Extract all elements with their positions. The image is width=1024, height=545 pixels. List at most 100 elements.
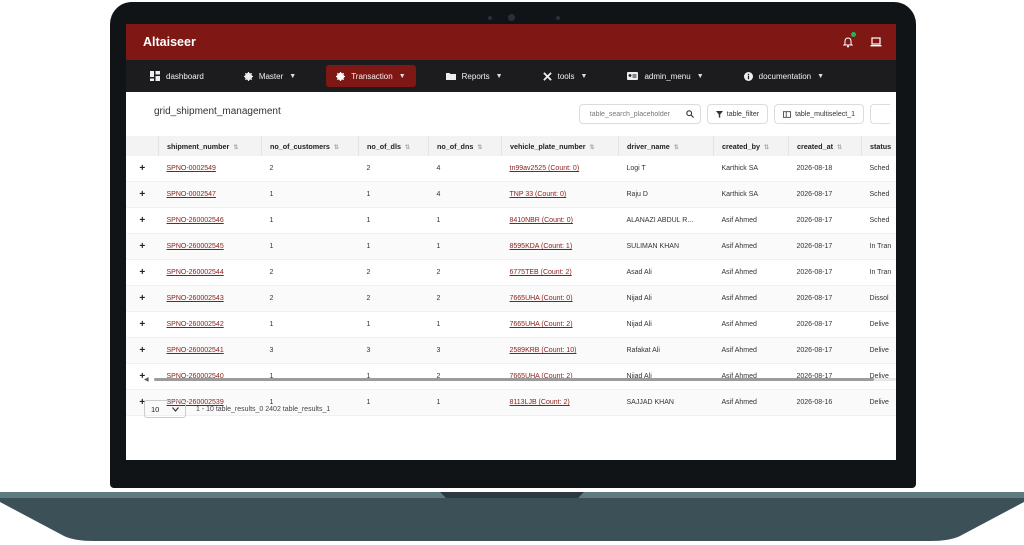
table-row[interactable]: + SPNO-260002542 1 1 1 7665UHA (Count: 2) Nija… (126, 311, 896, 338)
column-header[interactable]: status (861, 136, 896, 156)
cell-no-of-dls: 1 (358, 389, 429, 416)
vehicle-link[interactable]: 8410NBR (Count: 0) (510, 217, 573, 224)
table-row[interactable]: + SPNO-260002544 2 2 2 6775TEB (Count: 2) Asad… (126, 259, 896, 286)
sort-icon[interactable]: ⇅ (477, 145, 482, 151)
table-row[interactable]: + SPNO-0002547 1 1 4 TNP 33 (Count: 0) Raju DK… (126, 181, 896, 208)
sort-icon[interactable]: ⇅ (233, 145, 238, 151)
shipment-link[interactable]: SPNO-260002541 (167, 347, 224, 354)
nav-admin-menu[interactable]: admin_menu ▼ (617, 65, 713, 87)
table-row[interactable]: + SPNO-0002549 2 2 4 tn99av2525 (Count: 0) Log… (126, 156, 896, 182)
page-size-value: 10 (151, 404, 160, 414)
cell-created-at: 2026-08-18 (788, 156, 862, 182)
vehicle-link[interactable]: 2589KRB (Count: 10) (510, 347, 577, 354)
chevron-down-icon (172, 406, 179, 412)
cell-no-of-dns: 1 (428, 207, 502, 234)
cell-created-by: Asif Ahmed (713, 337, 789, 364)
sort-icon[interactable]: ⇅ (334, 145, 339, 151)
shipment-link[interactable]: SPNO-0002549 (167, 165, 216, 172)
shipment-link[interactable]: SPNO-260002543 (167, 295, 224, 302)
column-header[interactable]: no_of_dns ⇅ (428, 136, 502, 156)
expand-row-icon[interactable]: + (126, 337, 159, 364)
sort-icon[interactable]: ⇅ (590, 145, 595, 151)
vehicle-link[interactable]: 8595KDA (Count: 1) (510, 243, 573, 250)
scroll-left-icon[interactable]: ◀ (144, 376, 149, 383)
column-header-label: shipment_number (167, 141, 230, 151)
expand-row-icon[interactable]: + (126, 207, 159, 234)
cell-shipment-number: SPNO-0002547 (158, 181, 262, 208)
cell-no-of-dns: 3 (428, 337, 502, 364)
cell-driver-name: Asad Ali (618, 259, 714, 286)
cell-no-of-customers: 1 (261, 233, 359, 260)
nav-label: dashboard (166, 71, 204, 81)
column-header[interactable]: created_by ⇅ (713, 136, 789, 156)
column-header[interactable]: no_of_dls ⇅ (358, 136, 429, 156)
expand-row-icon[interactable]: + (126, 233, 159, 260)
nav-tools[interactable]: tools ▼ (533, 65, 598, 87)
cell-no-of-dls: 1 (358, 207, 429, 234)
column-header[interactable]: driver_name ⇅ (618, 136, 714, 156)
expand-row-icon[interactable]: + (126, 311, 159, 338)
cell-created-at: 2026-08-16 (788, 389, 862, 416)
expand-row-icon[interactable]: + (126, 156, 159, 182)
nav-dashboard[interactable]: dashboard (140, 65, 214, 87)
nav-reports[interactable]: Reports ▼ (436, 65, 513, 87)
shipment-link[interactable]: SPNO-260002545 (167, 243, 224, 250)
nav-transaction[interactable]: Transaction ▼ (326, 65, 416, 87)
cell-no-of-customers: 2 (261, 259, 359, 286)
cell-no-of-dns: 1 (428, 311, 502, 338)
vehicle-link[interactable]: 7665UHA (Count: 2) (510, 321, 573, 328)
table-row[interactable]: + SPNO-260002543 2 2 2 7665UHA (Count: 0) Nija… (126, 285, 896, 312)
column-header[interactable]: created_at ⇅ (788, 136, 862, 156)
table-row[interactable]: + SPNO-260002545 1 1 1 8595KDA (Count: 1) SULI… (126, 233, 896, 260)
column-header-label: status (870, 141, 892, 151)
cell-driver-name: Nijad Ali (618, 285, 714, 312)
cell-status: Delive (861, 389, 896, 416)
export-button[interactable] (870, 104, 890, 124)
grid-toolbar: grid_shipment_management table_search_pl… (126, 92, 896, 136)
expand-row-icon[interactable]: + (126, 181, 159, 208)
vehicle-link[interactable]: 6775TEB (Count: 2) (510, 269, 572, 276)
column-header[interactable]: shipment_number ⇅ (158, 136, 262, 156)
search-input[interactable]: table_search_placeholder (578, 104, 701, 124)
vehicle-link[interactable]: 7665UHA (Count: 0) (510, 295, 573, 302)
cell-vehicle-plate-number: tn99av2525 (Count: 0) (501, 156, 619, 182)
sort-icon[interactable]: ⇅ (837, 145, 842, 151)
sort-icon[interactable]: ⇅ (405, 145, 410, 151)
shipment-link[interactable]: SPNO-260002546 (167, 217, 224, 224)
chevron-down-icon: ▼ (580, 72, 588, 80)
expand-row-icon[interactable]: + (126, 285, 159, 312)
main-content: grid_shipment_management table_search_pl… (126, 92, 896, 460)
multiselect-button[interactable]: table_multiselect_1 (774, 104, 864, 124)
nav-documentation[interactable]: documentation ▼ (734, 65, 834, 87)
vehicle-link[interactable]: tn99av2525 (Count: 0) (510, 165, 580, 172)
table-row[interactable]: + SPNO-260002546 1 1 1 8410NBR (Count: 0) ALAN… (126, 207, 896, 234)
expand-row-icon[interactable]: + (126, 259, 159, 286)
vehicle-link[interactable]: TNP 33 (Count: 0) (510, 191, 567, 198)
column-header[interactable]: no_of_customers ⇅ (261, 136, 359, 156)
horizontal-scrollbar[interactable]: ◀ (144, 376, 896, 383)
cell-no-of-dls: 1 (358, 311, 429, 338)
sort-icon[interactable]: ⇅ (674, 145, 679, 151)
column-header[interactable]: vehicle_plate_number ⇅ (501, 136, 619, 156)
cell-vehicle-plate-number: TNP 33 (Count: 0) (501, 181, 619, 208)
laptop-icon[interactable] (868, 34, 884, 50)
cell-created-by: Asif Ahmed (713, 233, 789, 260)
cell-no-of-dls: 2 (358, 259, 429, 286)
app-header: Altaiseer (126, 24, 896, 60)
scroll-thumb[interactable] (154, 378, 874, 381)
cell-no-of-dns: 2 (428, 285, 502, 312)
table-row[interactable]: + SPNO-260002541 3 3 3 2589KRB (Count: 10) Raf… (126, 337, 896, 364)
notification-badge (851, 32, 856, 37)
cell-no-of-dls: 2 (358, 156, 429, 182)
shipment-link[interactable]: SPNO-0002547 (167, 191, 216, 198)
page-size-select[interactable]: 10 (144, 400, 186, 418)
nav-master[interactable]: Master ▼ (234, 65, 306, 87)
shipment-link[interactable]: SPNO-260002544 (167, 269, 224, 276)
gear-icon (243, 71, 253, 81)
folder-icon (445, 73, 456, 80)
filter-button[interactable]: table_filter (706, 104, 769, 124)
sort-icon[interactable]: ⇅ (764, 145, 769, 151)
bell-icon[interactable] (840, 32, 856, 50)
vehicle-link[interactable]: 8113LJB (Count: 2) (510, 399, 570, 406)
shipment-link[interactable]: SPNO-260002542 (167, 321, 224, 328)
